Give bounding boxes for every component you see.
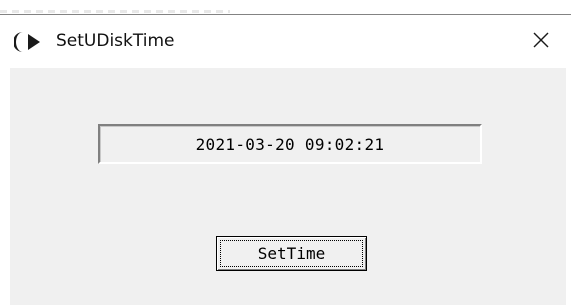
settime-button-focus-rect: SetTime bbox=[220, 240, 363, 267]
title-bar[interactable]: SetUDiskTime bbox=[0, 15, 571, 68]
time-value: 2021-03-20 09:02:21 bbox=[195, 134, 385, 154]
settime-button-label: SetTime bbox=[257, 244, 326, 263]
dialog-client-area: 2021-03-20 09:02:21 SetTime bbox=[10, 68, 566, 305]
close-icon bbox=[533, 32, 549, 52]
window-title: SetUDiskTime bbox=[56, 31, 175, 51]
crescent-arrow-app-icon bbox=[13, 30, 48, 54]
screenshot-page: SetUDiskTime 2021-03-20 09:02:21 SetTime bbox=[0, 0, 571, 305]
setudisktime-window: SetUDiskTime 2021-03-20 09:02:21 SetTime bbox=[0, 15, 571, 305]
background-window-edge bbox=[0, 10, 230, 13]
settime-button[interactable]: SetTime bbox=[216, 236, 367, 271]
time-display-field: 2021-03-20 09:02:21 bbox=[98, 124, 482, 164]
close-button[interactable] bbox=[511, 15, 571, 68]
